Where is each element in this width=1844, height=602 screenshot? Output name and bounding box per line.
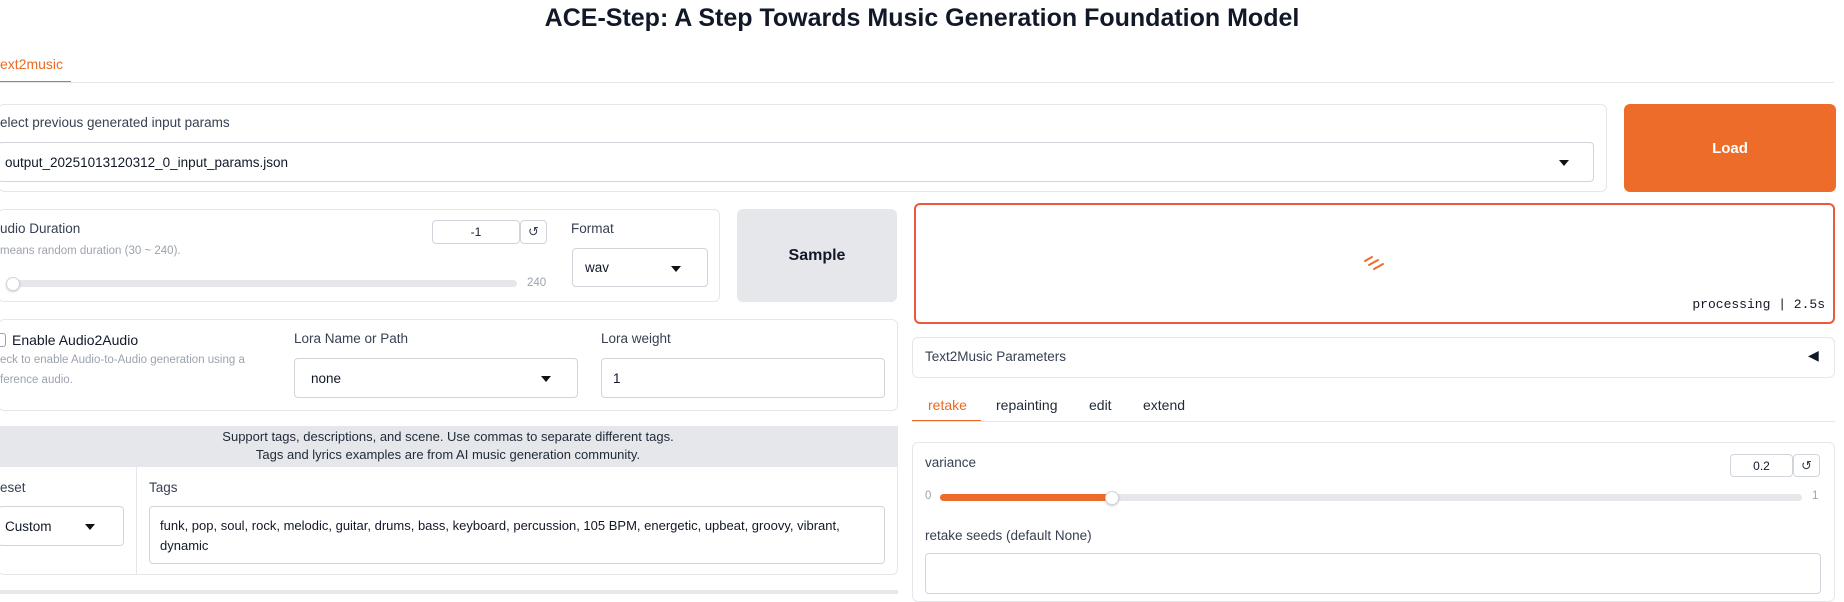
duration-slider-track[interactable] (8, 280, 517, 287)
format-label: Format (571, 221, 614, 236)
tags-info-line-2: Tags and lyrics examples are from AI mus… (255, 447, 641, 462)
variance-slider-thumb[interactable] (1105, 491, 1119, 505)
lora-name-label: Lora Name or Path (294, 331, 409, 346)
lora-weight-label: Lora weight (601, 331, 671, 346)
sample-button[interactable]: Sample (737, 209, 897, 302)
params-select-dropdown[interactable]: output_20251013120312_0_input_params.jso… (0, 142, 1594, 182)
retake-seeds-input[interactable] (925, 553, 1821, 594)
tags-info-line-1: Support tags, descriptions, and scene. U… (222, 429, 674, 444)
format-value: wav (585, 260, 610, 275)
params-select-label: elect previous generated input params (0, 115, 230, 130)
chevron-down-icon (85, 524, 95, 530)
tab-repainting[interactable]: repainting (996, 397, 1058, 413)
audio2audio-hint-1: eck to enable Audio-to-Audio generation … (0, 354, 245, 366)
format-dropdown[interactable]: wav (572, 248, 708, 287)
variance-max-label: 1 (1812, 490, 1819, 502)
duration-label: udio Duration (0, 221, 81, 236)
tab-retake[interactable]: retake (928, 397, 967, 413)
duration-slider-thumb[interactable] (6, 277, 20, 291)
subtab-divider (912, 421, 1835, 422)
tab-extend[interactable]: extend (1143, 397, 1185, 413)
duration-number-input[interactable]: -1 (432, 220, 520, 244)
retake-seeds-label: retake seeds (default None) (925, 528, 1092, 543)
tab-edit[interactable]: edit (1089, 397, 1112, 413)
duration-hint: means random duration (30 ~ 240). (0, 245, 181, 257)
output-status: processing | 2.5s (1692, 297, 1825, 312)
audio2audio-hint-2: ference audio. (0, 374, 73, 386)
tab-text2music[interactable]: ext2music (0, 56, 63, 72)
params-select-value: output_20251013120312_0_input_params.jso… (5, 154, 288, 170)
tags-value-line-1: funk, pop, soul, rock, melodic, guitar, … (160, 518, 840, 533)
duration-max-label: 240 (527, 277, 547, 289)
chevron-down-icon (671, 266, 681, 272)
load-button[interactable]: Load (1624, 104, 1836, 192)
loading-spinner-icon (1362, 255, 1386, 278)
tags-textarea[interactable]: funk, pop, soul, rock, melodic, guitar, … (149, 506, 885, 564)
lora-weight-input[interactable]: 1 (601, 358, 885, 398)
chevron-down-icon (1559, 160, 1569, 166)
preset-label: eset (0, 480, 26, 495)
tab-divider (0, 82, 1834, 83)
preset-value: Custom (5, 518, 52, 534)
preset-dropdown[interactable]: Custom (0, 506, 124, 546)
lora-name-value: none (311, 370, 342, 386)
duration-reset-icon[interactable]: ↺ (520, 220, 547, 244)
variance-label: variance (925, 455, 977, 470)
next-section-edge (0, 590, 898, 594)
accordion-label: Text2Music Parameters (925, 349, 1067, 364)
variance-slider-fill (940, 494, 1112, 501)
lora-name-dropdown[interactable]: none (294, 358, 578, 398)
audio2audio-label: Enable Audio2Audio (12, 332, 139, 348)
page-title: ACE-Step: A Step Towards Music Generatio… (544, 4, 1300, 32)
tags-info-bar: Support tags, descriptions, and scene. U… (0, 426, 898, 468)
audio2audio-checkbox[interactable] (0, 333, 6, 347)
preset-tags-divider (136, 467, 137, 575)
variance-min-label: 0 (925, 490, 932, 502)
variance-slider-track[interactable] (940, 494, 1802, 501)
chevron-down-icon (541, 376, 551, 382)
collapse-toggle-icon[interactable]: ◀ (1808, 347, 1819, 364)
variance-reset-icon[interactable]: ↺ (1793, 454, 1820, 477)
tags-label: Tags (149, 480, 178, 495)
variance-number-input[interactable]: 0.2 (1730, 454, 1793, 477)
tags-value-line-2: dynamic (160, 538, 209, 553)
